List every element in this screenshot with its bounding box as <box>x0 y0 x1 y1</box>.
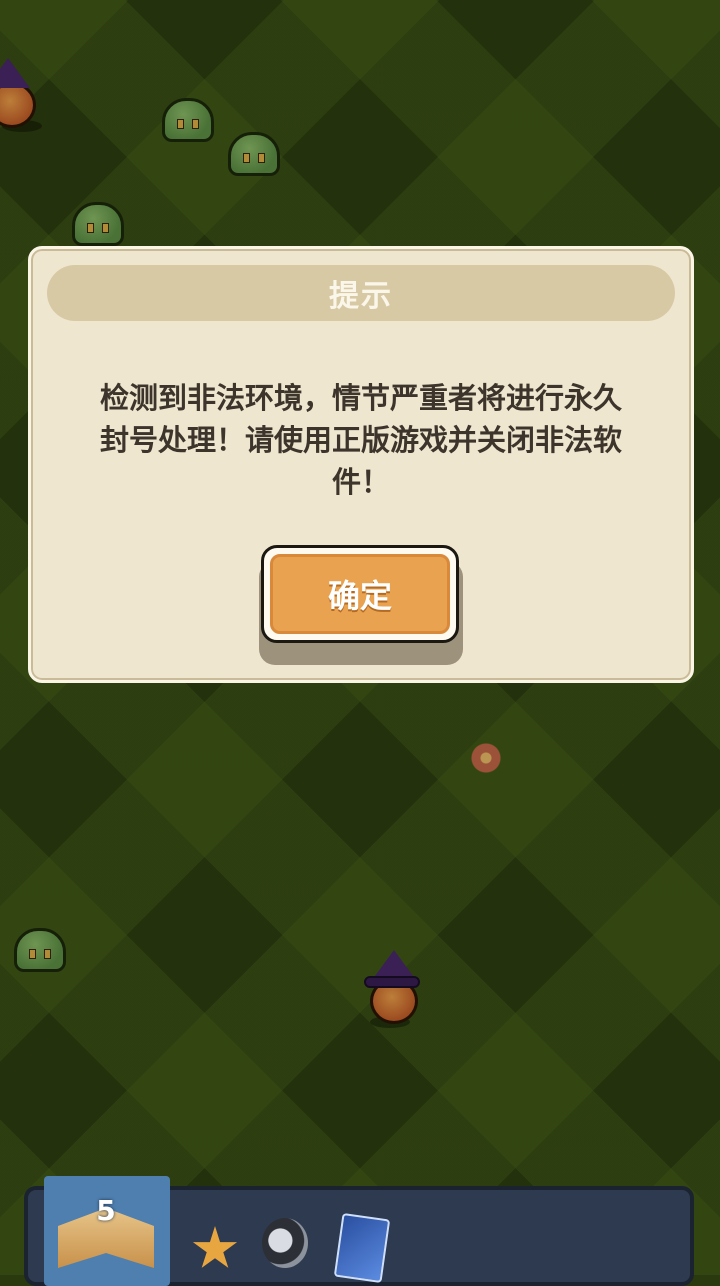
confirm-button-label: 确定 <box>327 577 392 615</box>
bell-icon[interactable] <box>262 1218 308 1268</box>
dialog-title-bar: 提示 <box>47 265 675 321</box>
confirm-button[interactable]: 确定 <box>261 545 459 643</box>
dialog-message: 检测到非法环境，情节严重者将进行永久 封号处理！请使用正版游戏并关闭非法软 件！ <box>69 377 653 503</box>
dialog-title: 提示 <box>329 279 393 314</box>
confirm-button-face[interactable]: 确定 <box>270 554 450 634</box>
card-icon[interactable] <box>333 1212 391 1284</box>
dialog-message-line: 件！ <box>331 465 390 499</box>
alert-dialog: 提示 检测到非法环境，情节严重者将进行永久 封号处理！请使用正版游戏并关闭非法软… <box>28 246 694 683</box>
spellbook-level: 5 <box>96 1193 116 1227</box>
dialog-message-line: 检测到非法环境，情节严重者将进行永久 <box>99 381 622 415</box>
dialog-message-line: 封号处理！请使用正版游戏并关闭非法软 <box>99 423 622 457</box>
